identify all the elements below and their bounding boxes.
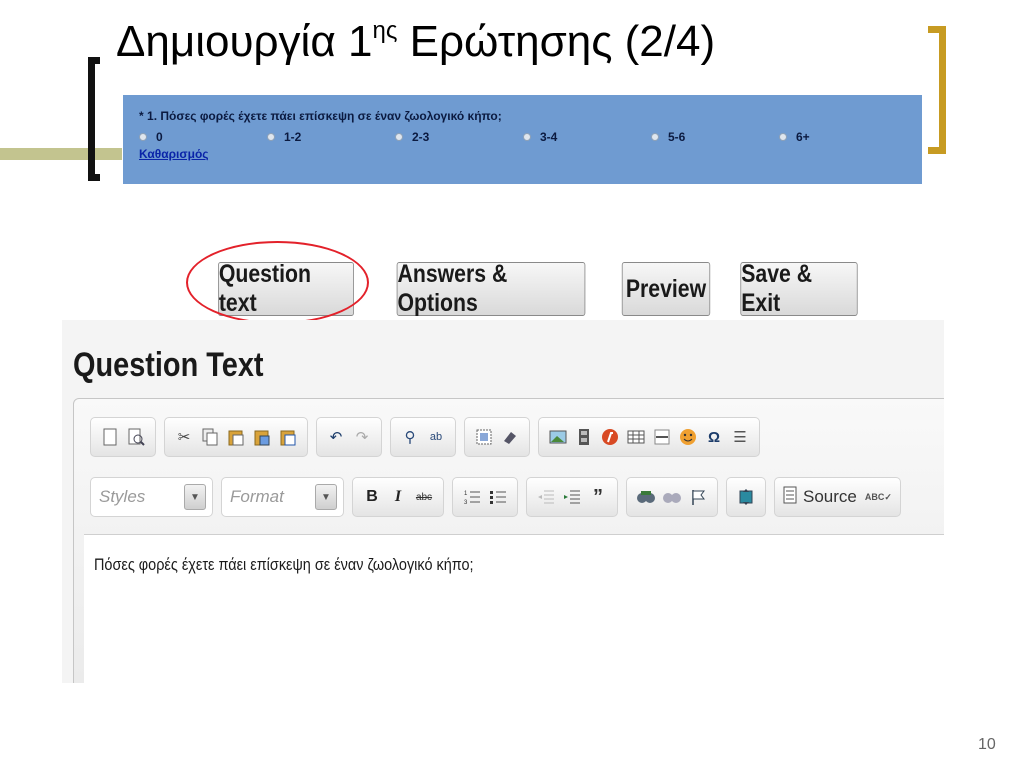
svg-text:1: 1	[464, 491, 468, 497]
radio-button[interactable]	[523, 133, 531, 141]
preview-tab-button[interactable]: Preview	[621, 262, 711, 316]
text-style-group: B I abc	[352, 477, 444, 517]
anchor-flag-icon[interactable]	[685, 484, 711, 510]
horizontal-line-icon[interactable]	[649, 424, 675, 450]
image-icon[interactable]	[545, 424, 571, 450]
survey-question-label: 1. Πόσες φορές έχετε πάει επίσκεψη σε έν…	[147, 109, 502, 123]
survey-option-label: 0	[156, 130, 163, 144]
strikethrough-button[interactable]: abc	[411, 484, 437, 510]
new-page-icon[interactable]	[97, 424, 123, 450]
editor-heading: Question Text	[73, 346, 264, 384]
bulleted-list-icon[interactable]	[485, 484, 511, 510]
survey-option-5-6[interactable]: 5-6	[651, 130, 779, 144]
toolbar-row-2: Styles ▼ Format ▼ B I abc 13 ” Source AB…	[90, 477, 901, 517]
outdent-icon[interactable]	[533, 484, 559, 510]
special-character-icon[interactable]: Ω	[701, 424, 727, 450]
flash-video-icon[interactable]	[571, 424, 597, 450]
flash-icon[interactable]	[597, 424, 623, 450]
document-group	[90, 417, 156, 457]
highlight-circle	[186, 241, 369, 324]
insert-group: Ω ☰	[538, 417, 760, 457]
find-icon[interactable]: ⚲	[397, 424, 423, 450]
survey-option-2-3[interactable]: 2-3	[395, 130, 523, 144]
source-button[interactable]: Source ABC✓	[774, 477, 901, 517]
clear-selection-link[interactable]: Καθαρισμός	[139, 147, 922, 161]
select-group	[464, 417, 530, 457]
indent-group: ”	[526, 477, 618, 517]
svg-text:3: 3	[464, 500, 468, 506]
survey-option-label: 6+	[796, 130, 810, 144]
survey-option-label: 1-2	[284, 130, 302, 144]
right-bracket-decoration	[928, 26, 946, 154]
table-icon[interactable]	[623, 424, 649, 450]
radio-button[interactable]	[139, 133, 147, 141]
maximize-group	[726, 477, 766, 517]
paste-text-icon[interactable]	[249, 424, 275, 450]
list-group: 13	[452, 477, 518, 517]
answers-options-tab-button[interactable]: Answers & Options	[396, 260, 586, 317]
styles-dropdown-label: Styles	[99, 487, 146, 506]
rich-text-editor: ✂ ↶ ↷ ⚲ ab Ω ☰ Styles ▼ Format ▼ B I abc…	[73, 398, 944, 683]
survey-option-6-plus[interactable]: 6+	[779, 130, 907, 144]
format-dropdown-label: Format	[230, 487, 284, 506]
survey-options: 0 1-2 2-3 3-4 5-6 6+	[139, 130, 922, 144]
undo-redo-group: ↶ ↷	[316, 417, 382, 457]
slide-page-number: 10	[978, 736, 996, 753]
source-icon	[783, 486, 797, 509]
link-icon[interactable]	[633, 484, 659, 510]
replace-icon[interactable]: ab	[423, 424, 449, 450]
slide-title-main: Δημιουργία 1	[116, 17, 373, 66]
indent-icon[interactable]	[559, 484, 585, 510]
redo-icon[interactable]: ↷	[349, 424, 375, 450]
survey-option-0[interactable]: 0	[139, 130, 267, 144]
editor-content-text: Πόσες φορές έχετε πάει επίσκεψη σε έναν …	[94, 555, 474, 574]
radio-button[interactable]	[395, 133, 403, 141]
spellcheck-icon[interactable]: ABC✓	[865, 492, 892, 503]
survey-option-3-4[interactable]: 3-4	[523, 130, 651, 144]
radio-button[interactable]	[779, 133, 787, 141]
editor-content-area[interactable]: Πόσες φορές έχετε πάει επίσκεψη σε έναν …	[84, 534, 944, 683]
survey-question-preview: * 1. Πόσες φορές έχετε πάει επίσκεψη σε …	[123, 95, 922, 184]
remove-format-icon[interactable]	[497, 424, 523, 450]
numbered-list-icon[interactable]: 13	[459, 484, 485, 510]
format-dropdown[interactable]: Format ▼	[221, 477, 344, 517]
maximize-icon[interactable]	[733, 484, 759, 510]
olive-accent-bar	[0, 148, 122, 160]
smiley-icon[interactable]	[675, 424, 701, 450]
unlink-icon[interactable]	[659, 484, 685, 510]
italic-button[interactable]: I	[385, 484, 411, 510]
paste-icon[interactable]	[223, 424, 249, 450]
radio-button[interactable]	[267, 133, 275, 141]
required-mark: *	[139, 109, 148, 123]
clipboard-group: ✂	[164, 417, 308, 457]
slide-title-superscript: ης	[372, 17, 398, 45]
source-button-label: Source	[803, 487, 857, 506]
cut-icon[interactable]: ✂	[171, 424, 197, 450]
chevron-down-icon[interactable]: ▼	[315, 484, 337, 510]
survey-option-label: 5-6	[668, 130, 686, 144]
link-group	[626, 477, 718, 517]
left-bracket-decoration	[88, 57, 100, 181]
slide-title: Δημιουργία 1ης Ερώτησης (2/4)	[116, 17, 716, 66]
survey-option-1-2[interactable]: 1-2	[267, 130, 395, 144]
blockquote-icon[interactable]: ”	[585, 484, 611, 510]
paste-from-word-icon[interactable]	[275, 424, 301, 450]
find-group: ⚲ ab	[390, 417, 456, 457]
survey-option-label: 2-3	[412, 130, 430, 144]
survey-question-text: * 1. Πόσες φορές έχετε πάει επίσκεψη σε …	[139, 109, 922, 123]
undo-icon[interactable]: ↶	[323, 424, 349, 450]
styles-dropdown[interactable]: Styles ▼	[90, 477, 213, 517]
slide-title-rest: Ερώτησης (2/4)	[397, 17, 716, 66]
bold-button[interactable]: B	[359, 484, 385, 510]
select-all-icon[interactable]	[471, 424, 497, 450]
question-text-editor-panel: Question Text ✂ ↶ ↷ ⚲ ab Ω ☰ Styles ▼ Fo…	[62, 320, 944, 683]
survey-option-label: 3-4	[540, 130, 558, 144]
copy-icon[interactable]	[197, 424, 223, 450]
save-exit-button[interactable]: Save & Exit	[740, 260, 858, 317]
radio-button[interactable]	[651, 133, 659, 141]
chevron-down-icon[interactable]: ▼	[184, 484, 206, 510]
preview-icon[interactable]	[123, 424, 149, 450]
toolbar-row-1: ✂ ↶ ↷ ⚲ ab Ω ☰	[90, 417, 768, 457]
page-break-icon[interactable]: ☰	[727, 424, 753, 450]
